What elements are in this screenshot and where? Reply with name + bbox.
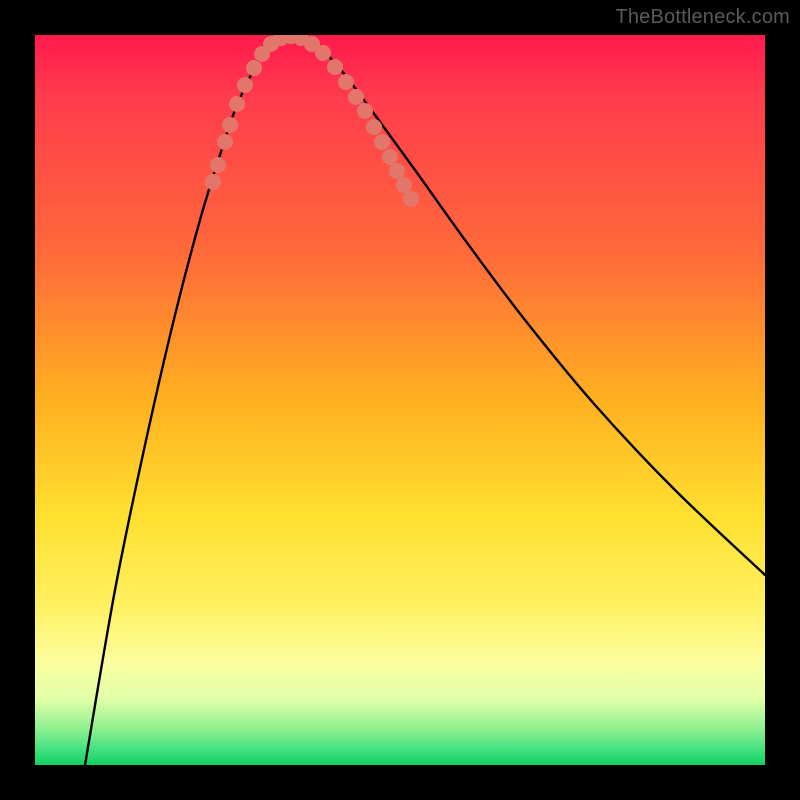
attribution-text: TheBottleneck.com xyxy=(615,6,790,29)
gradient-background xyxy=(35,35,765,765)
chart-frame: TheBottleneck.com xyxy=(0,0,800,800)
